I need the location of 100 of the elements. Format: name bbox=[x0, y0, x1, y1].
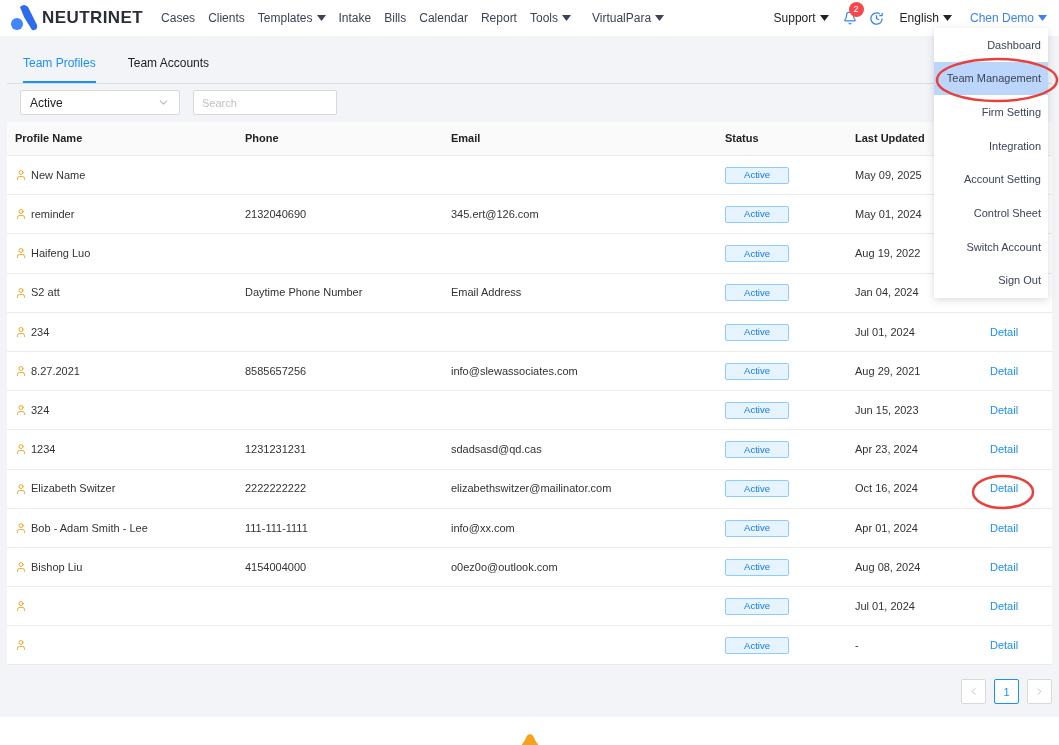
caret-icon bbox=[942, 15, 952, 21]
table-cell: Aug 08, 2024 bbox=[855, 560, 921, 573]
person-icon bbox=[15, 286, 27, 299]
status-badge: Active bbox=[725, 245, 789, 263]
status-badge: Active bbox=[725, 558, 789, 576]
table-cell: Apr 23, 2024 bbox=[855, 443, 918, 456]
table-cell: o0ez0o@outlook.com bbox=[451, 560, 558, 573]
nav-link[interactable]: Cases bbox=[161, 9, 196, 27]
table-cell: 2222222222 bbox=[245, 482, 307, 495]
table-cell: info@slewassociates.com bbox=[451, 364, 578, 377]
language-menu[interactable]: English bbox=[899, 9, 952, 27]
table-cell: Oct 16, 2024 bbox=[855, 482, 918, 495]
menu-item[interactable]: Dashboard bbox=[934, 28, 1048, 62]
table-cell-text: New Name bbox=[31, 167, 86, 183]
status-badge: Active bbox=[725, 323, 789, 341]
table-cell-text: reminder bbox=[31, 207, 75, 223]
person-icon bbox=[15, 365, 27, 378]
table-cell: 8585657256 bbox=[245, 364, 307, 377]
user-menu-trigger[interactable]: Chen Demo bbox=[969, 9, 1047, 27]
column-header: Email bbox=[451, 131, 482, 147]
search-field[interactable]: Search bbox=[193, 90, 337, 115]
table-cell: May 01, 2024 bbox=[855, 208, 922, 221]
status-badge: Active bbox=[725, 402, 789, 420]
table-cell: - bbox=[855, 639, 859, 652]
nav-link[interactable]: Clients bbox=[208, 9, 245, 27]
nav-link[interactable]: Bills bbox=[384, 9, 407, 27]
nav-link[interactable]: Report bbox=[480, 9, 517, 27]
table-cell: Jul 01, 2024 bbox=[855, 599, 915, 612]
table-cell-text: 234 bbox=[31, 324, 50, 340]
nav-link[interactable]: Templates bbox=[257, 9, 326, 27]
column-header: Profile Name bbox=[15, 131, 84, 147]
table-cell: 4154004000 bbox=[245, 560, 307, 573]
person-icon bbox=[15, 169, 27, 182]
menu-item[interactable]: Switch Account bbox=[934, 230, 1048, 264]
column-header: Last Updated bbox=[855, 131, 926, 147]
status-badge: Active bbox=[725, 166, 789, 184]
history-icon[interactable] bbox=[868, 10, 884, 26]
person-icon bbox=[15, 560, 27, 573]
status-badge: Active bbox=[725, 597, 789, 615]
notification-badge: 2 bbox=[848, 2, 864, 17]
status-badge: Active bbox=[725, 362, 789, 380]
table-cell: elizabethswitzer@mailinator.com bbox=[451, 482, 612, 495]
support-menu[interactable]: Support bbox=[773, 9, 829, 27]
table-cell: May 09, 2025 bbox=[855, 168, 922, 181]
table-cell: Aug 29, 2021 bbox=[855, 364, 921, 377]
menu-item[interactable]: Integration bbox=[934, 129, 1048, 163]
menu-item[interactable]: Firm Setting bbox=[934, 95, 1048, 130]
table-cell-text: 8.27.2021 bbox=[31, 363, 80, 379]
table-cell-text: Elizabeth Switzer bbox=[31, 481, 116, 497]
person-icon bbox=[15, 404, 27, 417]
menu-item[interactable]: Control Sheet bbox=[934, 196, 1048, 231]
person-icon bbox=[15, 639, 27, 652]
logo-text: NEUTRINET bbox=[42, 7, 144, 30]
caret-icon bbox=[1038, 15, 1047, 21]
table-cell: 1231231231 bbox=[245, 443, 307, 456]
table-cell: info@xx.com bbox=[451, 521, 515, 534]
table-cell: 111-111-1111 bbox=[245, 521, 308, 534]
menu-item[interactable]: Account Setting bbox=[934, 162, 1048, 197]
logo-icon bbox=[10, 5, 38, 31]
table-cell: Apr 01, 2024 bbox=[855, 521, 918, 534]
table-cell-text: Haifeng Luo bbox=[31, 246, 91, 262]
table-cell: Daytime Phone Number bbox=[245, 286, 363, 299]
nav-link[interactable]: Intake bbox=[338, 9, 372, 27]
person-icon bbox=[15, 247, 27, 260]
table-cell: Jan 04, 2024 bbox=[855, 286, 919, 299]
caret-icon bbox=[819, 15, 829, 21]
status-badge: Active bbox=[725, 284, 789, 302]
table-cell-text: Bishop Liu bbox=[31, 559, 83, 575]
table-cell: Email Address bbox=[451, 286, 522, 299]
table-cell: Jul 01, 2024 bbox=[855, 325, 915, 338]
status-badge: Active bbox=[725, 206, 789, 224]
table-cell-text: Bob - Adam Smith - Lee bbox=[31, 520, 148, 536]
table-cell: Aug 19, 2022 bbox=[855, 247, 921, 260]
person-icon bbox=[15, 482, 27, 495]
status-select[interactable]: Active bbox=[20, 90, 180, 115]
table-cell: 2132040690 bbox=[245, 208, 307, 221]
nav-link[interactable]: VirtualPara bbox=[592, 9, 665, 27]
table-cell: 345.ert@126.com bbox=[451, 208, 539, 221]
column-header: Status bbox=[725, 131, 760, 147]
nav-link[interactable]: Tools bbox=[529, 9, 571, 27]
menu-item[interactable]: Sign Out bbox=[934, 263, 1048, 298]
highlight-circle bbox=[971, 473, 1035, 511]
status-badge: Active bbox=[725, 480, 789, 498]
person-icon bbox=[15, 521, 27, 534]
person-icon bbox=[15, 443, 27, 456]
status-badge: Active bbox=[725, 441, 789, 459]
column-header: Phone bbox=[245, 131, 280, 147]
notification-icon[interactable] bbox=[842, 11, 857, 25]
table-cell: sdadsasd@qd.cas bbox=[451, 443, 542, 456]
table-cell: Jun 15, 2023 bbox=[855, 403, 919, 416]
table-cell-text: 1234 bbox=[31, 442, 56, 458]
nav-link[interactable]: Calendar bbox=[419, 9, 468, 27]
person-icon bbox=[15, 600, 27, 613]
person-icon bbox=[15, 208, 27, 221]
status-badge: Active bbox=[725, 519, 789, 537]
tab[interactable]: Team Accounts bbox=[127, 44, 210, 83]
status-badge: Active bbox=[725, 637, 789, 655]
person-icon bbox=[15, 325, 27, 338]
table-cell-text: 324 bbox=[31, 402, 50, 418]
table-cell-text: S2 att bbox=[31, 285, 60, 301]
